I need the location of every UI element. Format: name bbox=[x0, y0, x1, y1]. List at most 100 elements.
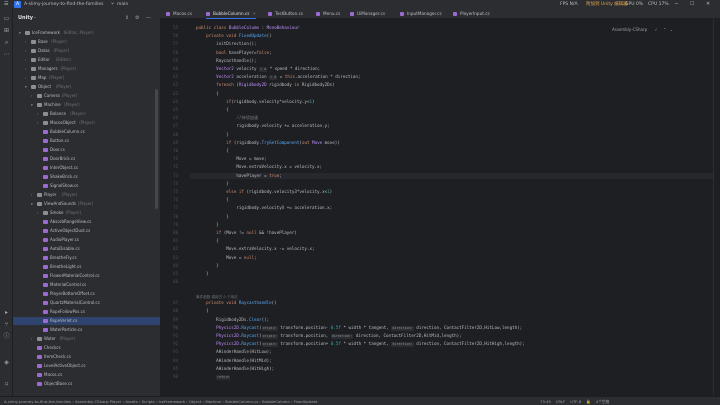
tree-file[interactable]: BubbleColumn.cs bbox=[13, 128, 160, 136]
git-icon[interactable]: ⑂ bbox=[3, 321, 10, 328]
assembly-label[interactable]: Assembly-CSharp bbox=[612, 27, 647, 32]
code-line[interactable]: Raycasthandle(); bbox=[196, 58, 256, 64]
lock-icon[interactable]: 🔓 bbox=[586, 399, 591, 404]
tree-file[interactable]: BreatheFly.cs bbox=[13, 254, 160, 262]
minimize-icon[interactable]: ─ bbox=[675, 0, 678, 9]
code-line[interactable]: Physics2D.Raycast(origin: transform.posi… bbox=[196, 333, 462, 339]
project-panel-title[interactable]: Unity bbox=[18, 15, 33, 21]
code-line[interactable]: { bbox=[196, 238, 219, 244]
tree-file[interactable]: AbsorbRangeView.cs bbox=[13, 218, 160, 226]
code-line[interactable]: foreach (Rigidbody2D rigidbody in Rigidb… bbox=[196, 82, 335, 88]
code-line[interactable]: { bbox=[196, 91, 219, 97]
expand-arrow-icon[interactable]: › bbox=[25, 74, 26, 82]
tree-file[interactable]: QuartzMaterialControl.cs bbox=[13, 299, 160, 307]
tree-file[interactable]: FlowerMaterialControl.cs bbox=[13, 272, 160, 280]
code-line[interactable]: { bbox=[196, 148, 229, 154]
code-line[interactable]: havePlayer = true; bbox=[196, 173, 281, 179]
tree-file[interactable]: ShakeBrick.cs bbox=[13, 173, 160, 181]
expand-arrow-icon[interactable]: › bbox=[37, 209, 38, 217]
expand-arrow-icon[interactable]: › bbox=[37, 119, 38, 127]
code-line[interactable]: if (Move != null && !havePlayer) bbox=[196, 230, 297, 236]
tree-file[interactable]: DoorBrick.cs bbox=[13, 155, 160, 163]
tree-folder[interactable]: › Datas (Player) bbox=[13, 47, 160, 55]
unity-attach-label[interactable]: 附加到 Unity 编辑器 bbox=[586, 0, 628, 9]
editor-scrollbar[interactable] bbox=[713, 19, 720, 396]
tree-file[interactable]: SignalShow.cs bbox=[13, 182, 160, 190]
tree-folder[interactable]: › Smoke (Player) bbox=[13, 209, 160, 217]
tree-file[interactable]: Macos.cs bbox=[13, 371, 160, 379]
expand-arrow-icon[interactable]: › bbox=[31, 191, 32, 199]
tree-folder[interactable]: › Balance (Player) bbox=[13, 110, 160, 118]
tab-inputmanager-cs[interactable]: InputManager.cs bbox=[400, 9, 442, 19]
code-line[interactable]: Physics2D.Raycast(origin: transform.posi… bbox=[196, 341, 525, 348]
tab-bubblecolumn-cs[interactable]: BubbleColumn.cs ✕ bbox=[206, 9, 256, 19]
code-line[interactable]: } bbox=[196, 263, 219, 269]
expand-arrow-icon[interactable]: › bbox=[37, 110, 38, 118]
tree-folder[interactable]: ▾ IceFramework (Editor, Player) bbox=[13, 29, 160, 37]
tree-folder[interactable]: › Map (Player) bbox=[13, 74, 160, 82]
tree-file[interactable]: WaterParticle.cs bbox=[13, 326, 160, 334]
tree-file[interactable]: LevelActiveObject.cs bbox=[13, 362, 160, 370]
tree-folder[interactable]: › Player (Player) bbox=[13, 191, 160, 199]
terminal-icon[interactable]: ▸ bbox=[3, 309, 10, 316]
code-line[interactable]: } bbox=[196, 214, 229, 220]
tree-folder[interactable]: › Editor (Editor) bbox=[13, 56, 160, 64]
code-line[interactable]: } bbox=[196, 222, 219, 228]
expand-arrow-icon[interactable]: ▾ bbox=[19, 29, 21, 37]
tree-file[interactable]: MaterialControl.cs bbox=[13, 281, 160, 289]
code-line[interactable]: else if (rigidbody.velocity3*velocity.x<… bbox=[196, 189, 332, 195]
tree-file[interactable]: AudioPlayer.cs bbox=[13, 236, 160, 244]
tree-folder[interactable]: › Camera (Player) bbox=[13, 92, 160, 100]
tree-folder[interactable]: › Water (Player) bbox=[13, 335, 160, 343]
code-line[interactable]: Move.extraVelocity.x = velocity.x; bbox=[196, 164, 322, 170]
expand-arrow-icon[interactable]: › bbox=[31, 92, 32, 100]
tab-playerinput-cs[interactable]: PlayerInput.cs bbox=[453, 9, 490, 19]
code-line[interactable]: Move = null; bbox=[196, 255, 256, 261]
tree-file[interactable]: Door.cs bbox=[13, 146, 160, 154]
tree-file[interactable]: Checkcs bbox=[13, 344, 160, 352]
expand-arrow-icon[interactable]: › bbox=[25, 65, 26, 73]
code-line[interactable]: //持续加速 bbox=[196, 115, 258, 121]
code-line[interactable]: rigidbody.velocityX += acceleration.x; bbox=[196, 205, 332, 211]
expand-arrow-icon[interactable]: › bbox=[25, 38, 26, 46]
tree-folder[interactable]: › MacosObject (Player) bbox=[13, 119, 160, 127]
encoding[interactable]: UTF-8 bbox=[570, 399, 581, 404]
expand-arrow-icon[interactable]: › bbox=[25, 47, 26, 55]
indent-setting[interactable]: 4个空格 bbox=[596, 399, 610, 404]
tree-folder[interactable]: ▾ ViewAndSounds (Player) bbox=[13, 200, 160, 208]
tab-uimanager-cs[interactable]: UiManager.cs bbox=[350, 9, 385, 19]
code-line[interactable]: initDirection(); bbox=[196, 41, 256, 47]
tree-file[interactable]: RopeFollowPos.cs bbox=[13, 308, 160, 316]
code-line[interactable]: { bbox=[196, 107, 229, 113]
code-line[interactable]: Physics2D.Raycast(origin: transform.posi… bbox=[196, 325, 522, 331]
expand-arrow-icon[interactable]: ▾ bbox=[31, 101, 33, 109]
folder-icon[interactable]: ▭ bbox=[3, 15, 10, 22]
branch-name[interactable]: main bbox=[117, 0, 128, 9]
code-line[interactable]: AHinderHandle(HitMid); bbox=[196, 358, 271, 364]
cursor-position[interactable]: 73:45 bbox=[540, 399, 551, 404]
code-line[interactable]: } bbox=[196, 181, 229, 187]
code-line[interactable]: { bbox=[196, 308, 209, 314]
bookmark-icon[interactable]: ⌑ bbox=[3, 381, 10, 388]
arrow-down-icon[interactable]: ⌄ bbox=[670, 27, 673, 32]
code-line[interactable]: } bbox=[196, 271, 209, 277]
expand-arrow-icon[interactable]: ▾ bbox=[31, 200, 33, 208]
close-icon[interactable]: ✕ bbox=[706, 0, 710, 9]
code-line[interactable]: Move.extraVelocity.x -= velocity.x; bbox=[196, 246, 314, 252]
code-line[interactable]: Move = move; bbox=[196, 156, 266, 162]
tree-file[interactable]: InterObject.cs bbox=[13, 164, 160, 172]
tree-file[interactable]: PlayerBottomOffset.cs bbox=[13, 290, 160, 298]
code-line[interactable]: rigidbody.velocity += acceleration.y; bbox=[196, 123, 329, 129]
expand-arrow-icon[interactable]: › bbox=[31, 335, 32, 343]
tree-file[interactable]: ItemCheck.cs bbox=[13, 353, 160, 361]
code-line[interactable]: { bbox=[196, 197, 229, 203]
code-line[interactable]: Vector2 velocity = a * speed * direction… bbox=[196, 66, 320, 72]
breadcrumb[interactable]: A-slimy-journey-to-find-the-families › A… bbox=[4, 397, 317, 405]
problems-icon[interactable]: ⓘ bbox=[3, 333, 10, 340]
expand-arrow-icon[interactable]: ▾ bbox=[25, 83, 27, 91]
structure-icon[interactable]: ⊞ bbox=[3, 27, 10, 34]
tree-folder[interactable]: ▾ Machine (Player) bbox=[13, 101, 160, 109]
code-line[interactable]: } bbox=[196, 132, 229, 138]
collapse-icon[interactable]: ⇕ bbox=[125, 15, 129, 21]
project-scrollbar[interactable] bbox=[155, 89, 158, 209]
